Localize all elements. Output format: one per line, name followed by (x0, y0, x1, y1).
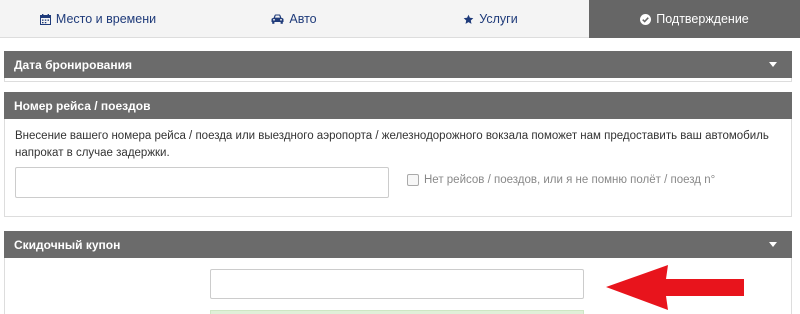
star-icon (463, 14, 474, 25)
caret-down-icon (769, 242, 777, 247)
step-tabs: Место и времени Авто Услуги Подтверждени… (0, 0, 800, 38)
no-flight-label: Нет рейсов / поездов, или я не помню пол… (424, 174, 716, 186)
tab-label: Место и времени (55, 12, 157, 26)
flight-number-header: Номер рейса / поездов (4, 92, 792, 119)
no-flight-checkbox[interactable] (407, 174, 419, 186)
check-circle-icon (640, 13, 652, 25)
booking-date-header[interactable]: Дата бронирования (4, 51, 792, 78)
coupon-header[interactable]: Скидочный купон (4, 231, 792, 258)
no-flight-option[interactable]: Нет рейсов / поездов, или я не помню пол… (407, 174, 715, 186)
tab-confirmation[interactable]: Подтверждение (589, 0, 800, 38)
panel-title: Скидочный купон (14, 237, 121, 252)
tab-place-and-time[interactable]: Место и времени (0, 0, 196, 38)
tab-label: Услуги (479, 12, 518, 26)
flight-description: Внесение вашего номера рейса / поезда ил… (15, 130, 769, 159)
calendar-icon (39, 13, 51, 25)
coupon-input[interactable] (210, 269, 584, 299)
tab-label: Подтверждение (656, 12, 749, 26)
car-icon (271, 14, 284, 24)
caret-down-icon (769, 62, 777, 67)
tab-car[interactable]: Авто (196, 0, 392, 38)
tab-label: Авто (289, 12, 317, 26)
flight-number-body: Внесение вашего номера рейса / поезда ил… (4, 119, 792, 217)
coupon-status-bar (210, 310, 584, 314)
tab-services[interactable]: Услуги (392, 0, 589, 38)
panel-title: Дата бронирования (14, 57, 132, 72)
booking-date-body (4, 78, 792, 82)
flight-number-input[interactable] (15, 167, 389, 198)
panel-title: Номер рейса / поездов (14, 98, 151, 113)
red-arrow-icon (606, 265, 744, 310)
